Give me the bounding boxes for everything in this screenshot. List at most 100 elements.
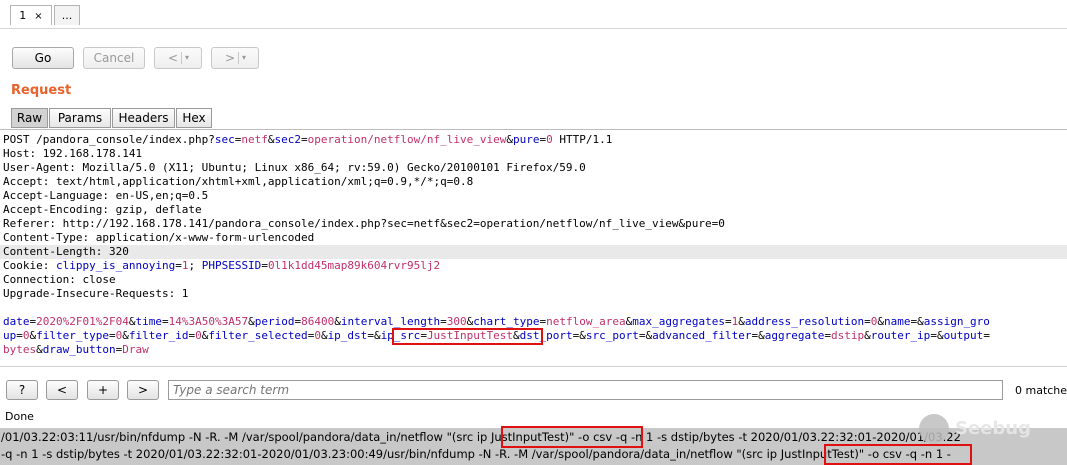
request-line: bytes&draw_button=Draw [3, 343, 149, 357]
request-token: PHPSESSID [201, 259, 262, 272]
request-token: & [267, 133, 275, 146]
request-token: interval_length [340, 315, 441, 328]
request-editor[interactable]: POST /pandora_console/index.php?sec = netf… [0, 129, 1067, 367]
request-token: clippy_is_annoying [55, 259, 176, 272]
request-line: User-Agent: Mozilla/5.0 (X11; Ubuntu; Li… [3, 161, 586, 175]
next-match-button[interactable]: > [127, 380, 159, 400]
request-token: = [175, 259, 182, 272]
request-title: Request [11, 83, 72, 98]
request-token: & [864, 329, 871, 342]
request-token: max_aggregates [632, 315, 725, 328]
request-token: = [930, 329, 937, 342]
go-button[interactable]: Go [12, 47, 74, 69]
request-token: src_port [585, 329, 639, 342]
request-token: output [943, 329, 984, 342]
prev-match-button[interactable]: < [46, 380, 78, 400]
request-token: ; [188, 259, 202, 272]
log-line: /01/03.22:03:11/usr/bin/nfdump -N -R. -M… [1, 430, 961, 444]
forward-button[interactable]: > ▾ [211, 47, 259, 69]
request-token: period [254, 315, 295, 328]
back-button[interactable]: < ▾ [154, 47, 202, 69]
search-input[interactable] [168, 380, 1003, 400]
cancel-button[interactable]: Cancel [83, 47, 145, 69]
request-token: = [301, 133, 308, 146]
help-button[interactable]: ? [6, 380, 38, 400]
request-token: = [16, 329, 23, 342]
request-token: Referer: http://192.168.178.141/pandora_… [3, 217, 725, 230]
tab-raw[interactable]: Raw [11, 108, 48, 128]
request-token: 300 [446, 315, 467, 328]
request-token: = [724, 315, 732, 328]
go-label: Go [34, 51, 52, 65]
request-token: = [108, 329, 116, 342]
request-token: chart_type [473, 315, 540, 328]
cancel-label: Cancel [93, 51, 135, 65]
watermark-text: Seebug [955, 418, 1031, 439]
tab-headers-label: Headers [118, 111, 169, 125]
tab-params-label: Params [57, 111, 103, 125]
request-token: operation/netflow/nf_live_view [307, 133, 507, 146]
request-token: ip_dst [327, 329, 368, 342]
request-token: = [983, 329, 990, 342]
tab-hex[interactable]: Hex [176, 108, 212, 128]
request-line: Referer: http://192.168.178.141/pandora_… [3, 217, 725, 231]
dropdown-icon[interactable]: ▾ [185, 48, 189, 68]
request-line: date=2020%2F01%2F04&time=14%3A50%3A57&pe… [3, 315, 990, 329]
request-token: Host: 192.168.178.141 [3, 147, 143, 160]
tab-1[interactable]: 1 × [10, 5, 52, 25]
request-token: assign_gro [923, 315, 990, 328]
request-line: Host: 192.168.178.141 [3, 147, 142, 161]
add-button[interactable]: + [87, 380, 119, 400]
request-token: address_resolution [744, 315, 865, 328]
request-token: & [936, 329, 944, 342]
watermark-logo-icon [919, 414, 949, 444]
request-token: & [334, 315, 341, 328]
request-token: Accept-Encoding: gzip, deflate [3, 203, 202, 216]
request-token: sec [214, 133, 235, 146]
plus-icon: + [97, 383, 109, 397]
request-token: & [36, 343, 43, 356]
request-token: date [3, 315, 30, 328]
request-token: 2020%2F01%2F04 [36, 315, 129, 328]
request-token: 0 [546, 133, 553, 146]
chevron-left-icon: < [168, 51, 179, 65]
request-token: & [506, 133, 513, 146]
request-token: = [638, 329, 646, 342]
tab-headers[interactable]: Headers [112, 108, 175, 128]
request-token: filter_type [36, 329, 109, 342]
match-count: 0 matche [1015, 384, 1067, 397]
request-token: router_ip [870, 329, 931, 342]
request-token: name [883, 315, 911, 328]
request-token: Connection: close [3, 273, 116, 286]
request-line: Content-Length: 320 [0, 245, 1067, 259]
request-token: User-Agent: Mozilla/5.0 (X11; Ubuntu; Li… [3, 161, 586, 174]
request-token: = [440, 315, 447, 328]
request-token: draw_button [42, 343, 116, 356]
request-token: 0 [22, 329, 30, 342]
request-token: filter_selected [208, 329, 308, 342]
request-token: HTTP/1.1 [552, 133, 613, 146]
help-icon: ? [18, 383, 26, 397]
tab-new[interactable]: ... [54, 5, 80, 25]
request-token: = [824, 329, 831, 342]
tab-hex-label: Hex [182, 111, 206, 125]
close-icon[interactable]: × [34, 11, 42, 22]
request-token: & [373, 329, 381, 342]
request-token: sec2 [274, 133, 302, 146]
request-line: Accept-Encoding: gzip, deflate [3, 203, 202, 217]
request-token: dstip [830, 329, 865, 342]
request-token: Content-Type: application/x-www-form-url… [3, 231, 315, 244]
request-token: aggregate [764, 329, 825, 342]
request-token: & [579, 329, 586, 342]
dropdown-icon[interactable]: ▾ [242, 48, 246, 68]
request-token: = [161, 315, 169, 328]
tab-bar: 1 × ... [0, 0, 1067, 29]
request-token: time [135, 315, 162, 328]
tab-params[interactable]: Params [49, 108, 111, 128]
chevron-right-icon: > [225, 51, 236, 65]
request-token: & [917, 315, 924, 328]
request-token: netf [241, 133, 268, 146]
request-token: 0l1k1dd45map89k604rvr95lj2 [267, 259, 441, 272]
request-token: Content-Length: 320 [3, 245, 129, 258]
highlight-box [501, 426, 643, 448]
